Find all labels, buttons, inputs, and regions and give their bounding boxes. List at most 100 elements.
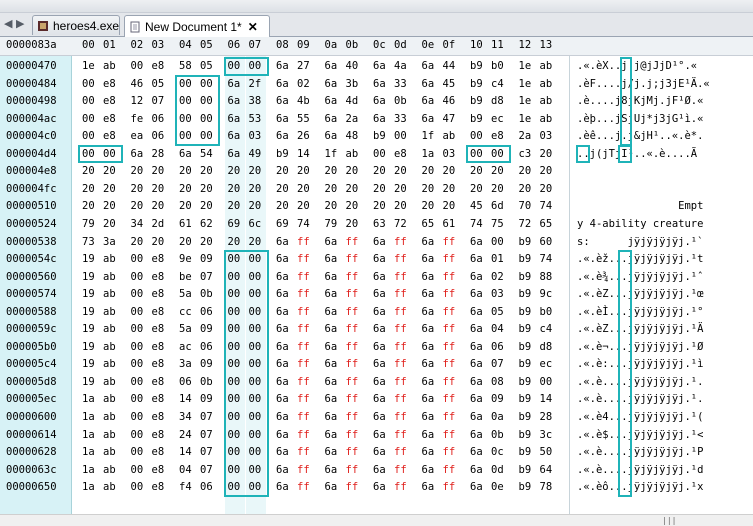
hex-byte[interactable]: 20: [394, 183, 407, 195]
hex-byte[interactable]: ab: [103, 376, 116, 388]
hex-byte[interactable]: 00: [249, 358, 262, 370]
hex-byte[interactable]: 07: [152, 95, 165, 107]
hex-byte[interactable]: 6a: [325, 376, 338, 388]
hex-byte[interactable]: 20: [276, 165, 289, 177]
hex-byte[interactable]: 19: [82, 306, 95, 318]
hex-byte[interactable]: ff: [394, 464, 407, 476]
hex-byte[interactable]: ab: [103, 464, 116, 476]
hex-byte[interactable]: ab: [540, 113, 553, 125]
hex-byte[interactable]: b9: [519, 481, 532, 493]
hex-byte[interactable]: 1a: [82, 464, 95, 476]
hex-byte[interactable]: 6a: [422, 341, 435, 353]
hex-byte[interactable]: 06: [200, 306, 213, 318]
hex-byte[interactable]: ab: [540, 60, 553, 72]
scroll-tabs-left-icon[interactable]: ◀: [4, 17, 12, 30]
hex-byte[interactable]: ff: [297, 306, 310, 318]
hex-byte[interactable]: ff: [297, 393, 310, 405]
hex-byte[interactable]: 00: [200, 130, 213, 142]
hex-byte[interactable]: b9: [519, 253, 532, 265]
hex-byte[interactable]: ff: [443, 253, 456, 265]
hex-byte[interactable]: e8: [152, 306, 165, 318]
hex-byte[interactable]: b9: [519, 323, 532, 335]
close-icon[interactable]: ✕: [248, 20, 258, 34]
hex-byte[interactable]: 05: [152, 78, 165, 90]
hex-byte[interactable]: 6a: [422, 411, 435, 423]
hex-byte[interactable]: 00: [249, 376, 262, 388]
hex-byte[interactable]: 6a: [422, 306, 435, 318]
hex-byte[interactable]: 6a: [422, 323, 435, 335]
hex-byte[interactable]: 20: [103, 218, 116, 230]
hex-byte[interactable]: b9: [470, 113, 483, 125]
hex-byte[interactable]: ff: [394, 271, 407, 283]
row-text[interactable]: s: jÿjÿjÿjÿj.¹`: [577, 236, 747, 248]
hex-byte[interactable]: 20: [297, 200, 310, 212]
hex-byte[interactable]: 12: [131, 95, 144, 107]
hex-byte[interactable]: 6a: [422, 271, 435, 283]
hex-byte[interactable]: 14: [179, 393, 192, 405]
hex-byte[interactable]: 74: [540, 200, 553, 212]
hex-byte[interactable]: 1a: [82, 393, 95, 405]
hex-byte[interactable]: 20: [422, 165, 435, 177]
hex-byte[interactable]: 6a: [179, 148, 192, 160]
hex-byte[interactable]: 04: [491, 323, 504, 335]
hex-byte[interactable]: ab: [103, 411, 116, 423]
hex-byte[interactable]: 6a: [422, 236, 435, 248]
hex-byte[interactable]: 06: [200, 341, 213, 353]
hex-byte[interactable]: e8: [103, 130, 116, 142]
hex-byte[interactable]: e8: [152, 464, 165, 476]
hex-byte[interactable]: 20: [82, 165, 95, 177]
hex-byte[interactable]: ff: [394, 306, 407, 318]
hex-byte[interactable]: 6a: [373, 60, 386, 72]
hex-byte[interactable]: 6a: [276, 236, 289, 248]
hex-byte[interactable]: 72: [394, 218, 407, 230]
hex-byte[interactable]: 45: [443, 78, 456, 90]
row-text[interactable]: .«.è....jÿjÿjÿjÿj.¹d: [577, 464, 747, 476]
hex-byte[interactable]: 1e: [519, 95, 532, 107]
hex-byte[interactable]: 00: [249, 306, 262, 318]
hex-byte[interactable]: 6a: [422, 78, 435, 90]
hex-byte[interactable]: 00: [131, 376, 144, 388]
row-text[interactable]: .«.è$...jÿjÿjÿjÿj.¹<: [577, 429, 747, 441]
hex-byte[interactable]: 6a: [422, 113, 435, 125]
hex-byte[interactable]: 44: [443, 60, 456, 72]
hex-byte[interactable]: 6a: [373, 481, 386, 493]
hex-byte[interactable]: b9: [276, 148, 289, 160]
hex-byte[interactable]: 6a: [373, 95, 386, 107]
hex-byte[interactable]: d8: [491, 95, 504, 107]
hex-byte[interactable]: 33: [394, 113, 407, 125]
hex-byte[interactable]: 00: [249, 341, 262, 353]
hex-byte[interactable]: 45: [470, 200, 483, 212]
hex-byte[interactable]: fe: [131, 113, 144, 125]
hex-byte[interactable]: 6a: [325, 464, 338, 476]
hex-byte[interactable]: b9: [470, 60, 483, 72]
hex-byte[interactable]: 6a: [470, 323, 483, 335]
hex-byte[interactable]: 08: [491, 376, 504, 388]
hex-byte[interactable]: 20: [200, 200, 213, 212]
hex-byte[interactable]: 6a: [276, 341, 289, 353]
hex-byte[interactable]: 6a: [276, 78, 289, 90]
hex-byte[interactable]: ff: [346, 323, 359, 335]
hex-byte[interactable]: 6a: [470, 429, 483, 441]
hex-byte[interactable]: d8: [540, 341, 553, 353]
hex-byte[interactable]: ff: [346, 288, 359, 300]
hex-byte[interactable]: 06: [179, 376, 192, 388]
hex-byte[interactable]: 6a: [373, 253, 386, 265]
hex-byte[interactable]: 24: [179, 429, 192, 441]
hex-byte[interactable]: 0d: [491, 464, 504, 476]
hex-byte[interactable]: 20: [297, 165, 310, 177]
hex-byte[interactable]: e8: [394, 148, 407, 160]
hex-byte[interactable]: 20: [491, 165, 504, 177]
hex-byte[interactable]: 09: [200, 323, 213, 335]
hex-byte[interactable]: e8: [103, 95, 116, 107]
hex-byte[interactable]: 70: [519, 200, 532, 212]
hex-byte[interactable]: 00: [249, 60, 262, 72]
hex-byte[interactable]: ff: [297, 323, 310, 335]
hex-byte[interactable]: 20: [82, 183, 95, 195]
hex-byte[interactable]: 6a: [276, 323, 289, 335]
hex-byte[interactable]: 6a: [325, 95, 338, 107]
hex-byte[interactable]: 72: [519, 218, 532, 230]
hex-byte[interactable]: 00: [131, 446, 144, 458]
hex-byte[interactable]: 06: [491, 341, 504, 353]
hex-byte[interactable]: b9: [519, 464, 532, 476]
hex-byte[interactable]: 6d: [491, 200, 504, 212]
